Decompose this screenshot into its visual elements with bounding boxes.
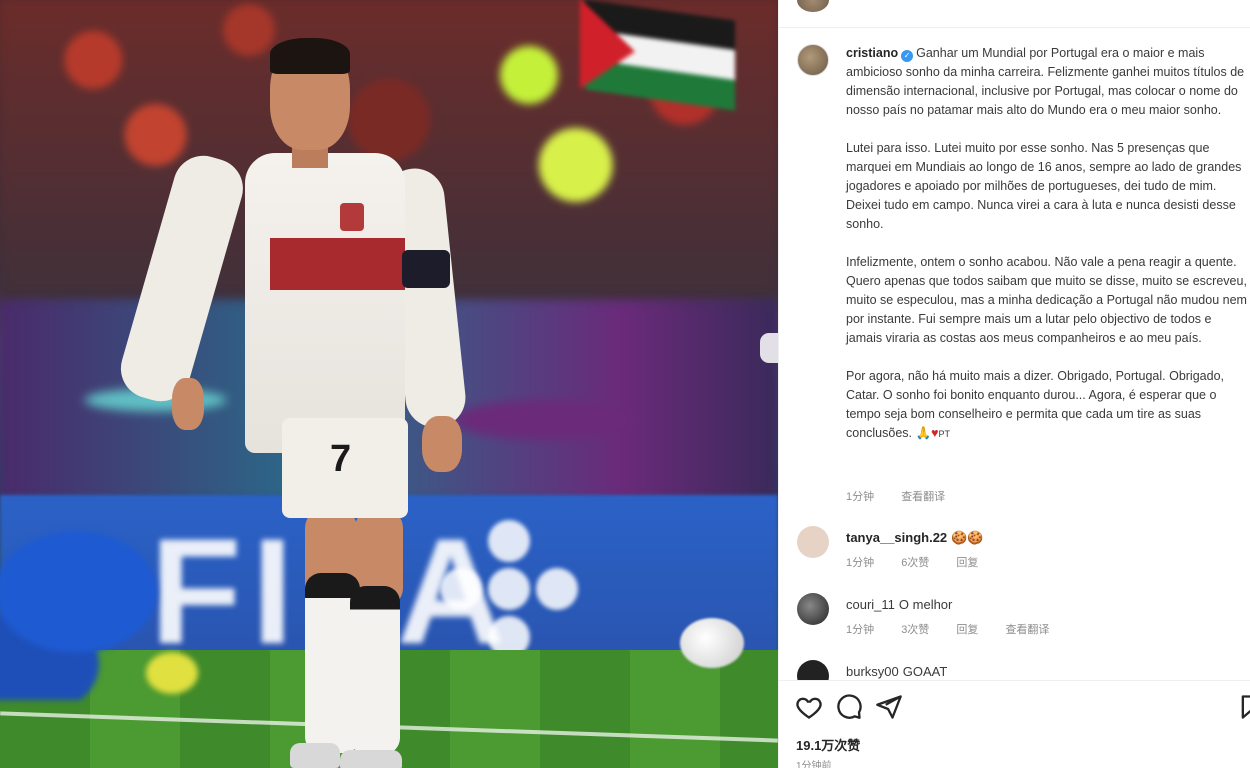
caption-paragraph-2: Lutei para isso. Lutei muito por esse so…	[846, 141, 1242, 231]
flag-pt-icon: PT	[938, 429, 951, 439]
caption-text-4: Por agora, não há muito mais a dizer. Ob…	[846, 369, 1224, 440]
caption-translate-link[interactable]: 查看翻译	[901, 491, 945, 503]
player-shirt	[245, 153, 405, 453]
shirt-stripe	[270, 238, 405, 290]
post-actions-bar: 19.1万次赞 1分钟前	[779, 680, 1250, 768]
jersey-number: 7	[330, 438, 352, 480]
comment-item: couri_11 O melhor 1分钟 3次赞 回复 查看翻译	[779, 593, 1250, 641]
comment-body: GOAAT	[902, 664, 948, 679]
player-hair	[270, 38, 350, 74]
player-hand-right	[422, 416, 462, 472]
captain-armband	[402, 250, 450, 288]
carousel-next-hint[interactable]	[760, 333, 778, 363]
comment-text: burksy00 GOAAT	[846, 664, 947, 679]
comment-icon[interactable]	[835, 693, 863, 721]
likes-count[interactable]: 19.1万次赞	[796, 735, 860, 754]
comment-meta: 1分钟 6次赞 回复	[846, 554, 1002, 570]
comment-text: tanya__singh.22 🍪🍪	[846, 530, 984, 546]
caption-meta: 1分钟 查看翻译	[846, 488, 969, 504]
comment-body: 🍪🍪	[951, 530, 984, 545]
comment-avatar[interactable]	[797, 593, 829, 625]
comment-reply-link[interactable]: 回复	[956, 624, 978, 636]
bookmark-icon[interactable]	[1237, 693, 1250, 721]
comment-username[interactable]: tanya__singh.22	[846, 530, 947, 545]
caption-body: cristiano ✓ Ganhar um Mundial por Portugal…	[846, 44, 1250, 444]
player-boot-left	[290, 743, 340, 768]
share-icon[interactable]	[875, 693, 903, 721]
comment-avatar[interactable]	[797, 526, 829, 558]
post-sidebar: cristiano cristiano✓Ganhar um Mundial po…	[778, 0, 1250, 768]
player-figure: 7	[113, 38, 470, 768]
player-hand-left	[172, 378, 204, 430]
comment-text: couri_11 O melhor	[846, 597, 952, 612]
comment-time: 1分钟	[846, 557, 875, 569]
player-boot-right	[340, 750, 402, 768]
caption-paragraph-3: Infelizmente, ontem o sonho acabou. Não …	[846, 255, 1247, 345]
caption-paragraph-1: cristiano ✓ Ganhar um Mundial por Portugal…	[846, 44, 1250, 120]
comment-item: tanya__singh.22 🍪🍪 1分钟 6次赞 回复	[779, 526, 1250, 574]
header-username[interactable]: cristiano	[843, 0, 897, 3]
posted-time: 1分钟前	[796, 761, 832, 768]
caption-username[interactable]: cristiano	[846, 46, 898, 60]
header-avatar[interactable]	[797, 0, 829, 12]
player-sock-right	[350, 586, 400, 754]
pray-emoji-icon: 🙏	[915, 426, 932, 440]
caption-paragraph-4: Por agora, não há muito mais a dizer. Ob…	[846, 367, 1250, 444]
comment-meta: 1分钟 3次赞 回复 查看翻译	[846, 621, 1073, 637]
heart-icon[interactable]	[795, 693, 823, 721]
comment-likes[interactable]: 3次赞	[901, 624, 929, 636]
ball	[680, 618, 744, 668]
heart-emoji-icon: ♥	[931, 426, 939, 440]
shirt-crest	[340, 203, 364, 231]
comment-likes[interactable]: 6次赞	[901, 557, 929, 569]
post-photo[interactable]: FIFA 7	[0, 0, 778, 768]
post-header: cristiano	[779, 0, 1250, 28]
caption-avatar[interactable]	[797, 44, 829, 76]
caption-time: 1分钟	[846, 491, 875, 503]
comment-body: O melhor	[898, 597, 953, 612]
comment-time: 1分钟	[846, 624, 875, 636]
comment-translate-link[interactable]: 查看翻译	[1005, 624, 1049, 636]
verified-badge-icon: ✓	[901, 50, 914, 62]
comment-username[interactable]: couri_11	[846, 597, 895, 612]
comment-username[interactable]: burksy00	[846, 664, 899, 679]
comment-reply-link[interactable]: 回复	[956, 557, 978, 569]
